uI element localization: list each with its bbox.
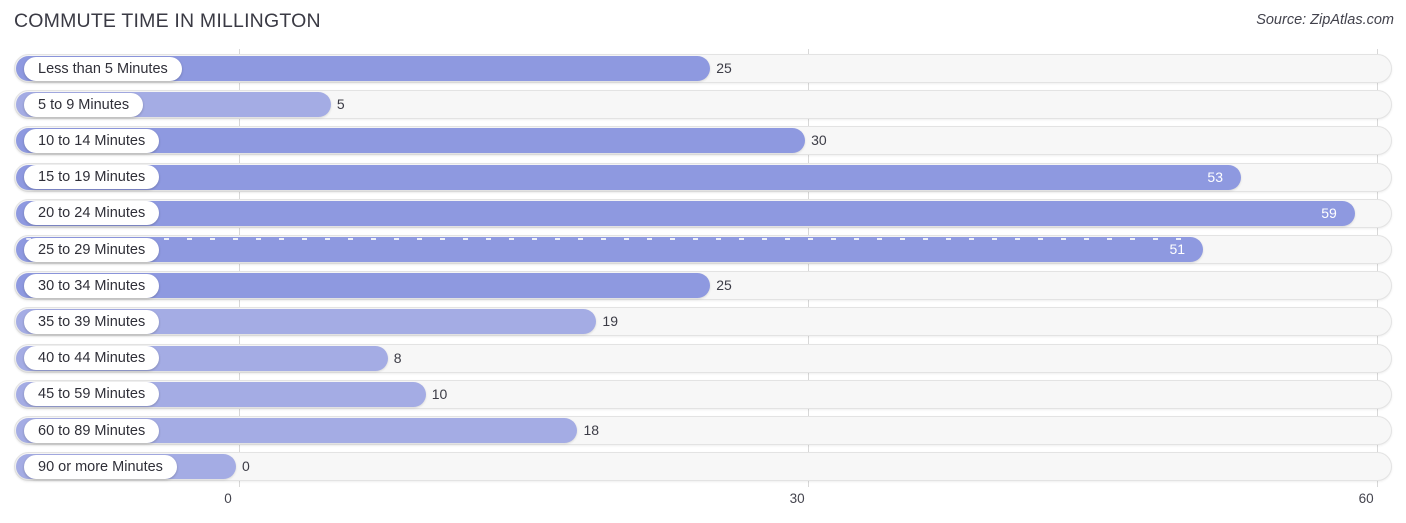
chart-header: COMMUTE TIME IN MILLINGTON Source: ZipAt… <box>0 0 1406 44</box>
bar-value-label: 53 <box>1207 168 1223 185</box>
x-axis-tick-label: 60 <box>1358 491 1374 506</box>
bar-category-label: 10 to 14 Minutes <box>24 128 160 153</box>
bar-category-label: 60 to 89 Minutes <box>24 418 160 443</box>
bar-category-label: 25 to 29 Minutes <box>24 237 160 262</box>
bar-value-label: 8 <box>393 349 402 366</box>
bar-value-label: 59 <box>1321 204 1337 221</box>
chart-plot-area: 0 30 60 Less than 5 Minutes 25 5 to 9 Minutes… <box>0 44 1406 506</box>
bar-category-label: 20 to 24 Minutes <box>24 201 160 226</box>
page-title: COMMUTE TIME IN MILLINGTON <box>14 10 321 32</box>
bar-category-label: 5 to 9 Minutes <box>24 92 144 117</box>
bar-category-label: 90 or more Minutes <box>24 454 177 479</box>
source-attribution: Source: ZipAtlas.com <box>1256 12 1394 28</box>
bar-value-label: 19 <box>602 313 618 330</box>
bar-value-label: 30 <box>811 132 827 149</box>
bar-fill[interactable] <box>16 237 1204 262</box>
bar-value-label: 51 <box>1169 241 1186 257</box>
bar-value-label: 18 <box>583 422 600 438</box>
bar-category-label: 30 to 34 Minutes <box>24 273 160 298</box>
bar-value-label: 25 <box>716 277 732 294</box>
x-axis-tick-label: 0 <box>224 491 232 506</box>
bar-category-label: 45 to 59 Minutes <box>24 382 160 407</box>
bar-value-label: 25 <box>716 60 732 76</box>
x-axis-tick-label: 30 <box>789 491 805 506</box>
bar-category-label: 35 to 39 Minutes <box>24 309 160 334</box>
bar-value-label: 5 <box>336 96 345 113</box>
bar-category-label: Less than 5 Minutes <box>24 56 182 81</box>
bar-value-label: 10 <box>431 385 448 402</box>
bar-category-label: 40 to 44 Minutes <box>24 346 160 371</box>
bar-fill[interactable] <box>16 164 1242 190</box>
bar-category-label: 15 to 19 Minutes <box>24 165 160 190</box>
bar-value-label: 0 <box>242 458 250 475</box>
bar-fill[interactable] <box>16 200 1356 226</box>
